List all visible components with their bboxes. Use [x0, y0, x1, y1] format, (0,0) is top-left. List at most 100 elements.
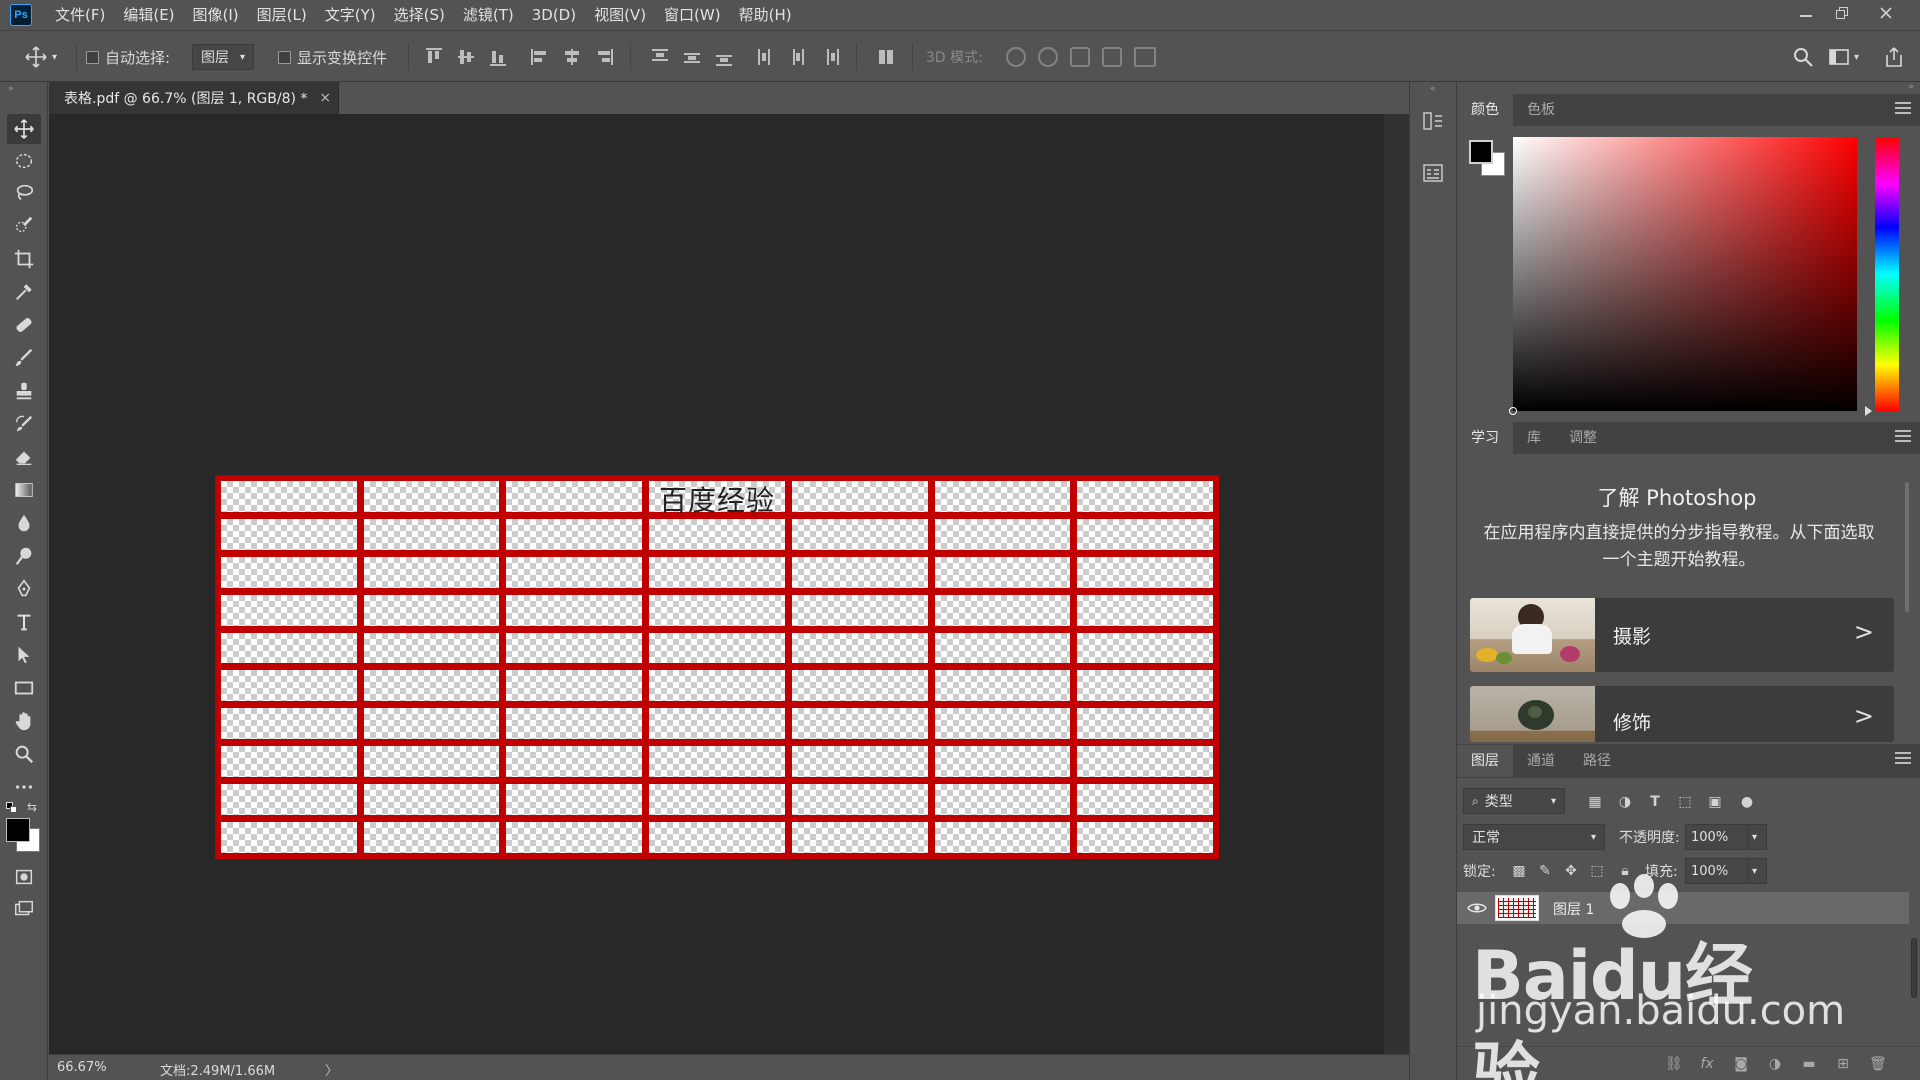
auto-select-dropdown[interactable]: 图层 ▾	[192, 44, 254, 70]
workspace-button[interactable]: ▾	[1828, 31, 1859, 83]
filter-smart-object-icon[interactable]: ▣	[1707, 794, 1723, 810]
opacity-slider-button[interactable]: ▾	[1747, 824, 1767, 850]
tab-adjustments[interactable]: 调整	[1555, 422, 1611, 454]
collapse-arrows-icon[interactable]: »	[1908, 82, 1914, 92]
share-button[interactable]	[1884, 31, 1904, 83]
align-vcenter-icon[interactable]	[456, 47, 476, 67]
screen-mode-button[interactable]	[7, 894, 41, 924]
default-colors-icon[interactable]	[6, 802, 18, 814]
show-transform-checkbox[interactable]: 显示变换控件	[278, 31, 387, 83]
path-selection-tool[interactable]	[7, 640, 41, 670]
distribute-hcenter-icon[interactable]	[788, 47, 808, 67]
distribute-right-icon[interactable]	[820, 47, 840, 67]
filter-pixel-icon[interactable]: ▦	[1587, 794, 1603, 810]
properties-panel-button[interactable]	[1422, 162, 1444, 184]
search-button[interactable]	[1792, 31, 1814, 83]
restore-button[interactable]	[1820, 0, 1864, 26]
learn-scrollbar[interactable]	[1901, 462, 1913, 734]
distribute-vcenter-icon[interactable]	[682, 47, 702, 67]
layers-scrollbar[interactable]	[1909, 932, 1919, 1008]
pan-3d-icon[interactable]	[1070, 47, 1090, 67]
lock-image-pixels-icon[interactable]: ✎	[1537, 863, 1553, 879]
filter-toggle-icon[interactable]: ●	[1739, 794, 1755, 810]
lasso-tool[interactable]	[7, 178, 41, 208]
menu-edit[interactable]: 编辑(E)	[114, 0, 183, 30]
learn-card-photography[interactable]: 摄影 >	[1470, 598, 1894, 672]
swap-colors-icon[interactable]: ⇆	[27, 800, 37, 814]
foreground-color-swatch[interactable]	[6, 818, 30, 842]
vertical-scrollbar[interactable]	[1384, 114, 1409, 1054]
collapse-arrows-icon[interactable]: «	[1430, 84, 1436, 94]
more-tools-button[interactable]	[7, 772, 41, 802]
color-picker-handle[interactable]	[1509, 407, 1517, 415]
zoom-level[interactable]: 66.67%	[57, 1060, 107, 1075]
distribute-left-icon[interactable]	[756, 47, 776, 67]
filter-shape-icon[interactable]: ⬚	[1677, 794, 1693, 810]
history-brush-tool[interactable]	[7, 409, 41, 439]
panel-menu-icon[interactable]	[1895, 102, 1911, 116]
align-hcenter-icon[interactable]	[562, 47, 582, 67]
gradient-tool[interactable]	[7, 475, 41, 505]
foreground-color-swatch[interactable]	[1469, 140, 1493, 164]
menu-file[interactable]: 文件(F)	[46, 0, 114, 30]
filter-type-icon[interactable]: T	[1647, 794, 1663, 810]
opacity-input[interactable]: 100%	[1685, 824, 1749, 850]
menu-layer[interactable]: 图层(L)	[248, 0, 316, 30]
learn-card-retouching[interactable]: 修饰 >	[1470, 686, 1894, 742]
auto-select-checkbox[interactable]: 自动选择:	[86, 31, 170, 83]
canvas[interactable]: 百度经验	[49, 114, 1384, 1054]
tab-swatches[interactable]: 色板	[1513, 94, 1569, 126]
align-bottom-icon[interactable]	[488, 47, 508, 67]
dodge-tool[interactable]	[7, 541, 41, 571]
auto-align-icon[interactable]	[876, 47, 896, 67]
quick-selection-tool[interactable]	[7, 211, 41, 241]
collapse-arrows-icon[interactable]: »	[8, 84, 14, 94]
status-menu-arrow-icon[interactable]: 〉	[325, 1060, 338, 1079]
distribute-top-icon[interactable]	[650, 47, 670, 67]
scale-3d-icon[interactable]	[1134, 47, 1156, 67]
tab-channels[interactable]: 通道	[1513, 745, 1569, 777]
tab-libraries[interactable]: 库	[1513, 422, 1555, 454]
fg-bg-color-picker[interactable]	[1469, 140, 1509, 180]
menu-image[interactable]: 图像(I)	[184, 0, 248, 30]
type-tool[interactable]	[7, 607, 41, 637]
panel-menu-icon[interactable]	[1895, 752, 1911, 766]
lock-transparent-pixels-icon[interactable]: ▩	[1511, 863, 1527, 879]
quick-mask-button[interactable]	[7, 862, 41, 892]
new-layer-icon[interactable]: ⊞	[1835, 1056, 1851, 1072]
tab-paths[interactable]: 路径	[1569, 745, 1625, 777]
tab-learn[interactable]: 学习	[1457, 422, 1513, 454]
rectangle-tool[interactable]	[7, 673, 41, 703]
filter-adjustment-icon[interactable]: ◑	[1617, 794, 1633, 810]
slide-3d-icon[interactable]	[1102, 47, 1122, 67]
marquee-tool[interactable]	[7, 146, 41, 176]
menu-view[interactable]: 视图(V)	[585, 0, 655, 30]
menu-help[interactable]: 帮助(H)	[730, 0, 801, 30]
healing-brush-tool[interactable]	[7, 310, 41, 340]
clone-stamp-tool[interactable]	[7, 376, 41, 406]
align-top-icon[interactable]	[424, 47, 444, 67]
pen-tool[interactable]	[7, 574, 41, 604]
menu-filter[interactable]: 滤镜(T)	[454, 0, 523, 30]
panel-menu-icon[interactable]	[1895, 430, 1911, 444]
align-left-icon[interactable]	[530, 47, 550, 67]
menu-type[interactable]: 文字(Y)	[316, 0, 385, 30]
blur-tool[interactable]	[7, 508, 41, 538]
orbit-3d-icon[interactable]	[1006, 47, 1026, 67]
blend-mode-dropdown[interactable]: 正常 ▾	[1463, 824, 1605, 850]
roll-3d-icon[interactable]	[1038, 47, 1058, 67]
hue-slider-handle-icon[interactable]	[1865, 406, 1872, 416]
eyedropper-tool[interactable]	[7, 277, 41, 307]
align-right-icon[interactable]	[594, 47, 614, 67]
hand-tool[interactable]	[7, 706, 41, 736]
distribute-bottom-icon[interactable]	[714, 47, 734, 67]
zoom-tool[interactable]	[7, 739, 41, 769]
color-spectrum-field[interactable]	[1509, 137, 1857, 415]
layer-filter-dropdown[interactable]: ⌕ 类型 ▾	[1463, 788, 1565, 814]
close-window-button[interactable]	[1864, 0, 1908, 26]
move-tool-preset[interactable]: ▾	[24, 31, 57, 83]
delete-layer-icon[interactable]: 🗑︎	[1869, 1056, 1887, 1072]
close-document-icon[interactable]: ×	[319, 90, 331, 106]
tab-layers[interactable]: 图层	[1457, 745, 1513, 777]
menu-window[interactable]: 窗口(W)	[655, 0, 730, 30]
